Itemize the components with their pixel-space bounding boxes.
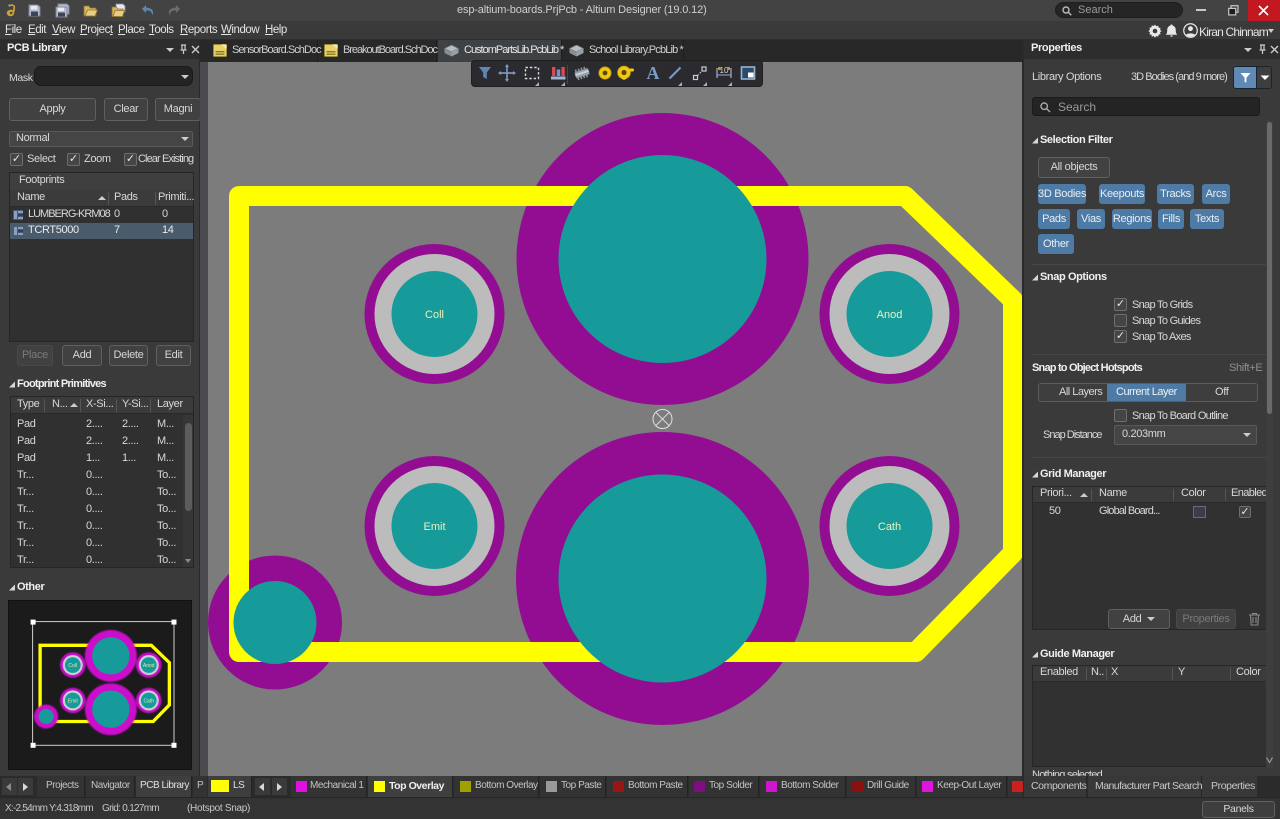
svg-text:Coll: Coll bbox=[425, 309, 444, 321]
svg-text:Emit: Emit bbox=[68, 698, 79, 704]
svg-text:Coll: Coll bbox=[68, 663, 77, 669]
svg-text:Emit: Emit bbox=[424, 521, 446, 533]
svg-text:Cath: Cath bbox=[143, 698, 154, 704]
svg-text:Anod: Anod bbox=[877, 309, 903, 321]
svg-text:Cath: Cath bbox=[878, 521, 901, 533]
svg-text:Anod: Anod bbox=[143, 663, 155, 669]
